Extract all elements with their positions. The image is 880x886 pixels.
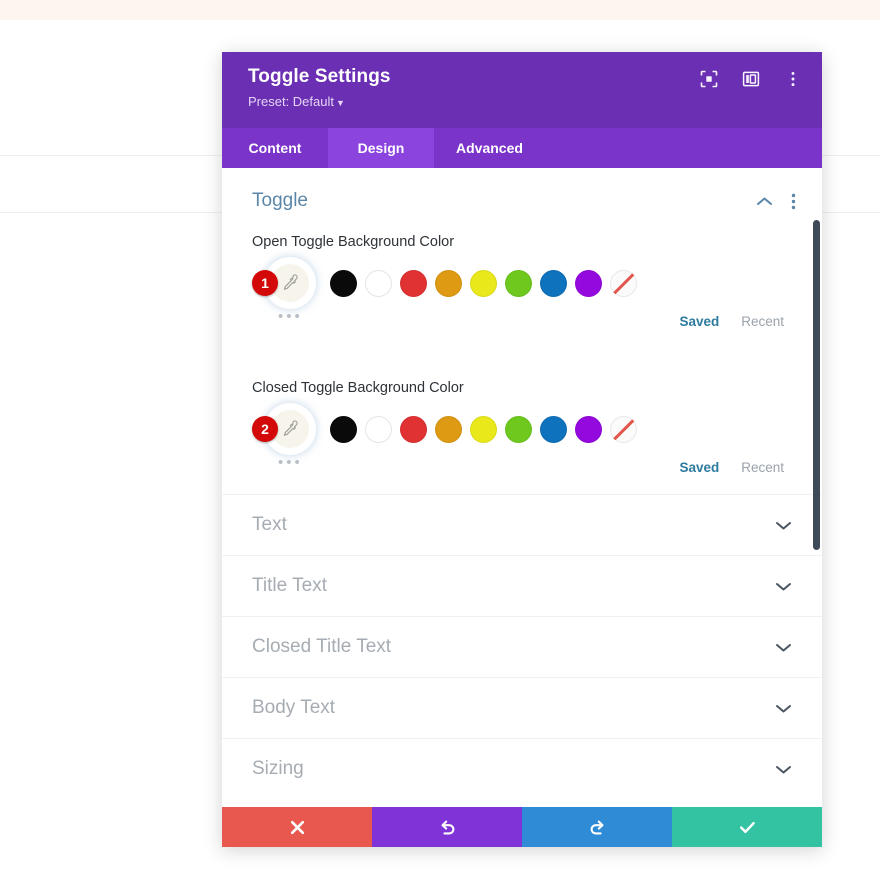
- tab-advanced[interactable]: Advanced: [434, 128, 545, 168]
- scrollbar-thumb[interactable]: [813, 220, 820, 550]
- accordion-label: Sizing: [252, 758, 304, 779]
- undo-icon: [438, 818, 457, 837]
- swatch-blue[interactable]: [540, 269, 567, 297]
- modal-body: Toggle Open Toggle Background Color 1 ••…: [222, 168, 822, 807]
- accordion-section-closed-title-text[interactable]: Closed Title Text: [222, 616, 822, 677]
- swatch-purple[interactable]: [575, 269, 602, 297]
- tab-design[interactable]: Design: [328, 128, 434, 168]
- swatch-orange[interactable]: [435, 415, 462, 443]
- recent-colors-link[interactable]: Recent: [741, 460, 784, 475]
- chevron-down-icon: [775, 703, 792, 714]
- tab-content[interactable]: Content: [222, 128, 328, 168]
- focus-icon[interactable]: [700, 70, 718, 88]
- section-header-icons: [756, 193, 796, 210]
- accordion-section-sizing[interactable]: Sizing: [222, 738, 822, 799]
- field-label: Open Toggle Background Color: [252, 234, 455, 250]
- swatch-none[interactable]: [610, 415, 637, 443]
- chevron-down-icon: [775, 642, 792, 653]
- modal-header-icons: [700, 70, 802, 88]
- chevron-up-icon[interactable]: [756, 196, 773, 207]
- swatch-green[interactable]: [505, 269, 532, 297]
- step-badge-2: 2: [252, 416, 278, 442]
- page-root: Toggle Settings Preset: Default ▼ Conten…: [0, 0, 880, 886]
- saved-colors-link[interactable]: Saved: [679, 460, 719, 475]
- color-tag-row: Saved Recent: [252, 456, 792, 478]
- caret-down-icon: ▼: [336, 98, 345, 108]
- modal-scrollbar[interactable]: [808, 168, 822, 807]
- step-badge-1: 1: [252, 270, 278, 296]
- swatch-white[interactable]: [365, 415, 392, 443]
- color-tag-row: Saved Recent: [252, 310, 792, 332]
- cancel-button[interactable]: [222, 807, 372, 847]
- undo-button[interactable]: [372, 807, 522, 847]
- swatch-purple[interactable]: [575, 415, 602, 443]
- chevron-down-icon: [775, 520, 792, 531]
- color-swatches: [330, 415, 637, 443]
- modal-footer: [222, 807, 822, 847]
- swatch-row: 1 •••: [252, 260, 792, 325]
- design-accordion: Text Title Text Closed Title Text Body T…: [222, 494, 822, 799]
- field-spacer: [222, 332, 822, 358]
- modal-header: Toggle Settings Preset: Default ▼: [222, 52, 822, 128]
- preset-selector[interactable]: Preset: Default ▼: [248, 94, 800, 111]
- swatch-white[interactable]: [365, 269, 392, 297]
- swatch-yellow[interactable]: [470, 415, 497, 443]
- layout-panel-icon[interactable]: [742, 70, 760, 88]
- saved-colors-link[interactable]: Saved: [679, 314, 719, 329]
- accordion-label: Body Text: [252, 697, 336, 718]
- color-picker-group: 1 •••: [252, 260, 313, 325]
- accordion-section-text[interactable]: Text: [222, 494, 822, 555]
- swatch-orange[interactable]: [435, 269, 462, 297]
- redo-icon: [588, 818, 607, 837]
- swatch-red[interactable]: [400, 415, 427, 443]
- accordion-section-title-text[interactable]: Title Text: [222, 555, 822, 616]
- accordion-label: Title Text: [252, 575, 327, 596]
- close-x-icon: [289, 819, 306, 836]
- swatch-black[interactable]: [330, 269, 357, 297]
- toggle-section-header: Toggle: [222, 168, 822, 212]
- section-title: Toggle: [252, 190, 308, 211]
- more-options-dots[interactable]: •••: [278, 308, 303, 325]
- save-button[interactable]: [672, 807, 822, 847]
- preset-label: Preset: Default: [248, 94, 334, 109]
- field-label: Closed Toggle Background Color: [252, 380, 464, 396]
- swatch-yellow[interactable]: [470, 269, 497, 297]
- more-options-dots[interactable]: •••: [278, 454, 303, 471]
- swatch-blue[interactable]: [540, 415, 567, 443]
- modal-tabs: Content Design Advanced: [222, 128, 822, 168]
- accordion-label: Text: [252, 514, 287, 535]
- page-top-strip: [0, 0, 880, 20]
- swatch-red[interactable]: [400, 269, 427, 297]
- swatch-green[interactable]: [505, 415, 532, 443]
- accordion-section-body-text[interactable]: Body Text: [222, 677, 822, 738]
- swatch-black[interactable]: [330, 415, 357, 443]
- section-kebab-icon[interactable]: [791, 193, 796, 210]
- chevron-down-icon: [775, 764, 792, 775]
- chevron-down-icon: [775, 581, 792, 592]
- open-toggle-bg-color-field: Open Toggle Background Color 1 ••• Saved…: [222, 234, 822, 332]
- color-swatches: [330, 269, 637, 297]
- swatch-row: 2 •••: [252, 406, 792, 471]
- accordion-label: Closed Title Text: [252, 636, 392, 657]
- checkmark-icon: [738, 818, 757, 837]
- closed-toggle-bg-color-field: Closed Toggle Background Color 2 ••• Sav…: [222, 380, 822, 478]
- kebab-menu-icon[interactable]: [784, 70, 802, 88]
- swatch-none[interactable]: [610, 269, 637, 297]
- toggle-settings-modal: Toggle Settings Preset: Default ▼ Conten…: [222, 52, 822, 847]
- redo-button[interactable]: [522, 807, 672, 847]
- color-picker-group: 2 •••: [252, 406, 313, 471]
- recent-colors-link[interactable]: Recent: [741, 314, 784, 329]
